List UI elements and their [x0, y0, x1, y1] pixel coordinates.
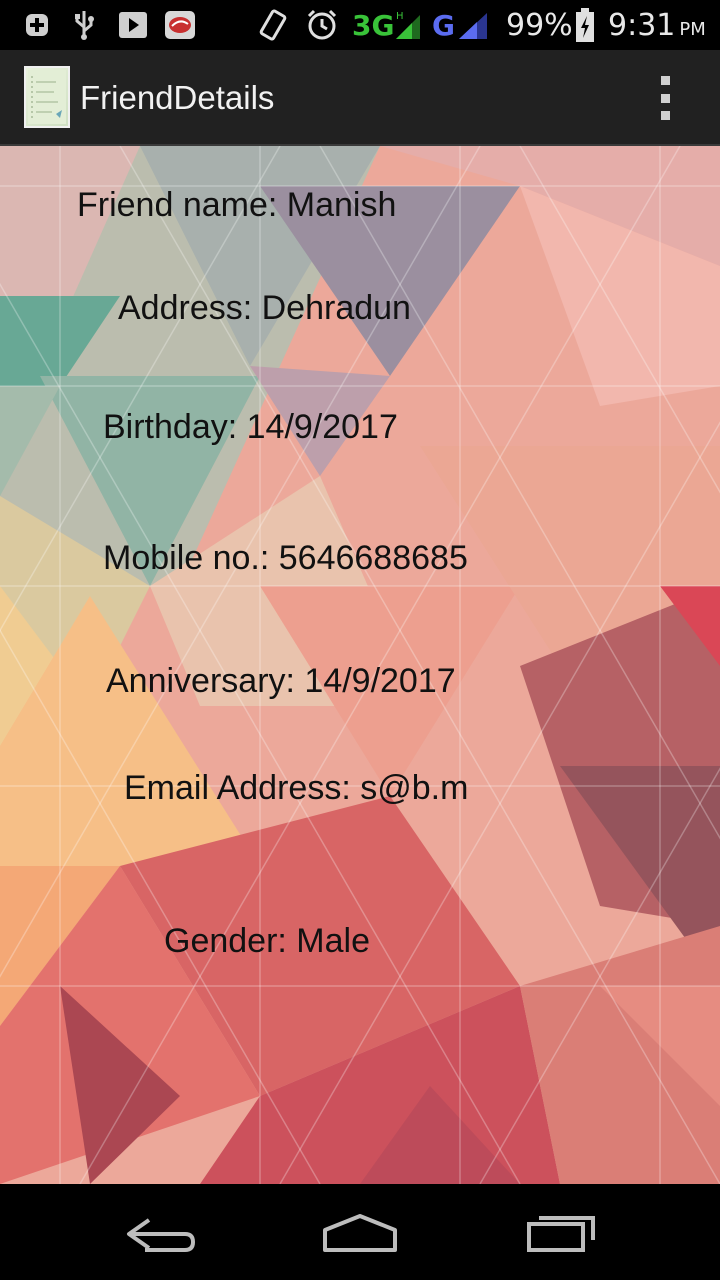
app-notification-icon	[164, 0, 196, 50]
battery-percent: 99%	[506, 7, 573, 43]
anniversary-text: Anniversary: 14/9/2017	[106, 662, 456, 700]
home-icon[interactable]	[315, 1204, 405, 1260]
status-bar: 3G H G 99% 9:31 PM	[0, 0, 720, 50]
friend-name-text: Friend name: Manish	[77, 186, 397, 224]
app-icon[interactable]	[24, 66, 70, 128]
navigation-bar	[0, 1184, 720, 1280]
gender-text: Gender: Male	[164, 922, 370, 960]
battery-icon	[574, 0, 596, 50]
clock: 9:31 PM	[608, 0, 706, 50]
clock-ampm: PM	[679, 18, 706, 40]
network-g-label: G	[432, 8, 455, 42]
usb-icon	[72, 0, 96, 50]
email-text: Email Address: s@b.m	[124, 769, 469, 807]
play-store-icon	[118, 0, 148, 50]
network-3g-label: 3G	[352, 8, 395, 42]
svg-text:H: H	[396, 11, 404, 22]
address-text: Address: Dehradun	[118, 289, 411, 327]
network-3g: 3G H	[352, 0, 422, 50]
clock-time: 9:31	[608, 7, 676, 43]
app-title: FriendDetails	[80, 79, 275, 116]
birthday-text: Birthday: 14/9/2017	[103, 408, 398, 446]
action-bar: FriendDetails	[0, 50, 720, 146]
overflow-menu-icon[interactable]	[650, 76, 680, 120]
mobile-text: Mobile no.: 5646688685	[103, 539, 468, 577]
screen: 3G H G 99% 9:31 PM FriendDetails Friend …	[0, 0, 720, 1280]
alarm-icon	[305, 0, 339, 50]
signal-icon: H	[396, 11, 421, 39]
vibrate-icon	[258, 0, 288, 50]
back-icon[interactable]	[115, 1204, 205, 1260]
signal-g-icon	[458, 13, 487, 39]
plus-icon	[24, 0, 50, 50]
friend-details-content: Friend name: Manish Address: Dehradun Bi…	[0, 146, 720, 1184]
recents-icon[interactable]	[515, 1204, 605, 1260]
network-g: G	[432, 0, 489, 50]
battery-text-wrap: 99%	[506, 0, 573, 50]
